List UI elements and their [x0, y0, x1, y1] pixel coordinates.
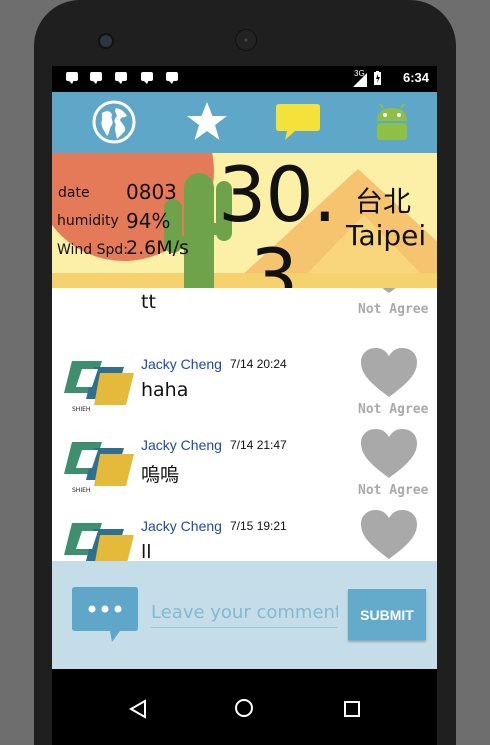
earpiece-speaker — [235, 29, 257, 51]
status-bar: 3G 6:34 — [52, 66, 437, 92]
svg-text:SHIEH: SHIEH — [72, 406, 90, 413]
svg-text:SHIEH: SHIEH — [72, 487, 90, 494]
weather-panel: date 0803 humidity 94% Wind Spd: 2.6M/s … — [52, 153, 437, 288]
phone-top — [52, 0, 438, 66]
avatar: SHIEH — [64, 442, 134, 494]
comment-date: 7/15 19:21 — [230, 519, 287, 533]
star-icon[interactable] — [183, 99, 231, 145]
comment-bubble-icon — [72, 587, 138, 642]
message-notification-icon — [166, 72, 178, 84]
not-agree-label[interactable]: Not Agree — [358, 302, 428, 317]
avatar: SHIEH — [64, 361, 134, 413]
message-notification-icon — [141, 72, 153, 84]
list-item: SHIEH Jacky Cheng 7/14 21:47 嗚嗚 Not Agre… — [52, 424, 437, 505]
clock: 6:34 — [402, 70, 429, 85]
message-notification-icon — [90, 72, 102, 84]
comment-text: 嗚嗚 — [141, 464, 180, 486]
humidity-label: humidity — [57, 213, 119, 229]
heart-icon[interactable] — [360, 509, 418, 561]
top-toolbar — [52, 92, 437, 153]
comment-date: 7/14 20:24 — [230, 357, 287, 371]
heart-icon[interactable] — [360, 428, 418, 480]
comment-author: Jacky Cheng — [141, 356, 222, 372]
front-camera — [98, 33, 114, 49]
recents-icon[interactable] — [342, 699, 362, 719]
comment-text: ll — [141, 541, 152, 561]
comment-text: tt — [141, 291, 156, 313]
list-item: tt Not Agree — [52, 288, 437, 350]
not-agree-label[interactable]: Not Agree — [358, 483, 428, 498]
desert-ground — [52, 273, 437, 288]
message-notification-icon — [66, 72, 78, 84]
wind-speed-label: Wind Spd: — [57, 242, 129, 258]
humidity-value: 94% — [126, 209, 171, 233]
back-icon[interactable] — [128, 699, 148, 719]
wind-speed-value: 2.6M/s — [126, 237, 189, 259]
list-item: SHIEH Jacky Cheng 7/14 20:24 haha Not Ag… — [52, 343, 437, 424]
temperature-overflow: 3 — [250, 232, 298, 289]
comment-text: haha — [141, 379, 189, 401]
comment-author: Jacky Cheng — [141, 437, 222, 453]
home-icon[interactable] — [233, 697, 255, 719]
chat-icon[interactable] — [274, 99, 322, 145]
submit-button[interactable]: SUBMIT — [348, 589, 426, 640]
message-notification-icon — [115, 72, 127, 84]
app-screen: 3G 6:34 date 0803 humidity 94% Wind Spd:… — [52, 66, 437, 669]
heart-icon[interactable] — [360, 347, 418, 399]
comment-author: Jacky Cheng — [141, 518, 222, 534]
comment-input[interactable] — [151, 597, 338, 628]
avatar: SHIEH — [64, 523, 134, 561]
date-label: date — [58, 185, 90, 201]
comment-list[interactable]: tt Not Agree SHIEH Jacky Cheng 7/14 20:2… — [52, 288, 437, 561]
city-name-english: Taipei — [346, 219, 427, 252]
comment-date: 7/14 21:47 — [230, 438, 287, 452]
heart-icon[interactable] — [360, 288, 418, 295]
system-navigation-bar — [52, 669, 437, 745]
city-name-chinese: 台北 — [355, 185, 412, 218]
comment-form: SUBMIT — [52, 561, 437, 669]
date-value: 0803 — [126, 180, 177, 204]
not-agree-label[interactable]: Not Agree — [358, 402, 428, 417]
android-icon[interactable] — [368, 99, 416, 145]
list-item: SHIEH Jacky Cheng 7/15 19:21 ll — [52, 505, 437, 561]
temperature: 30. — [218, 153, 337, 239]
globe-icon[interactable] — [90, 99, 138, 145]
signal-icon — [353, 73, 367, 87]
battery-icon — [374, 71, 381, 85]
cactus-illustration — [184, 173, 214, 288]
